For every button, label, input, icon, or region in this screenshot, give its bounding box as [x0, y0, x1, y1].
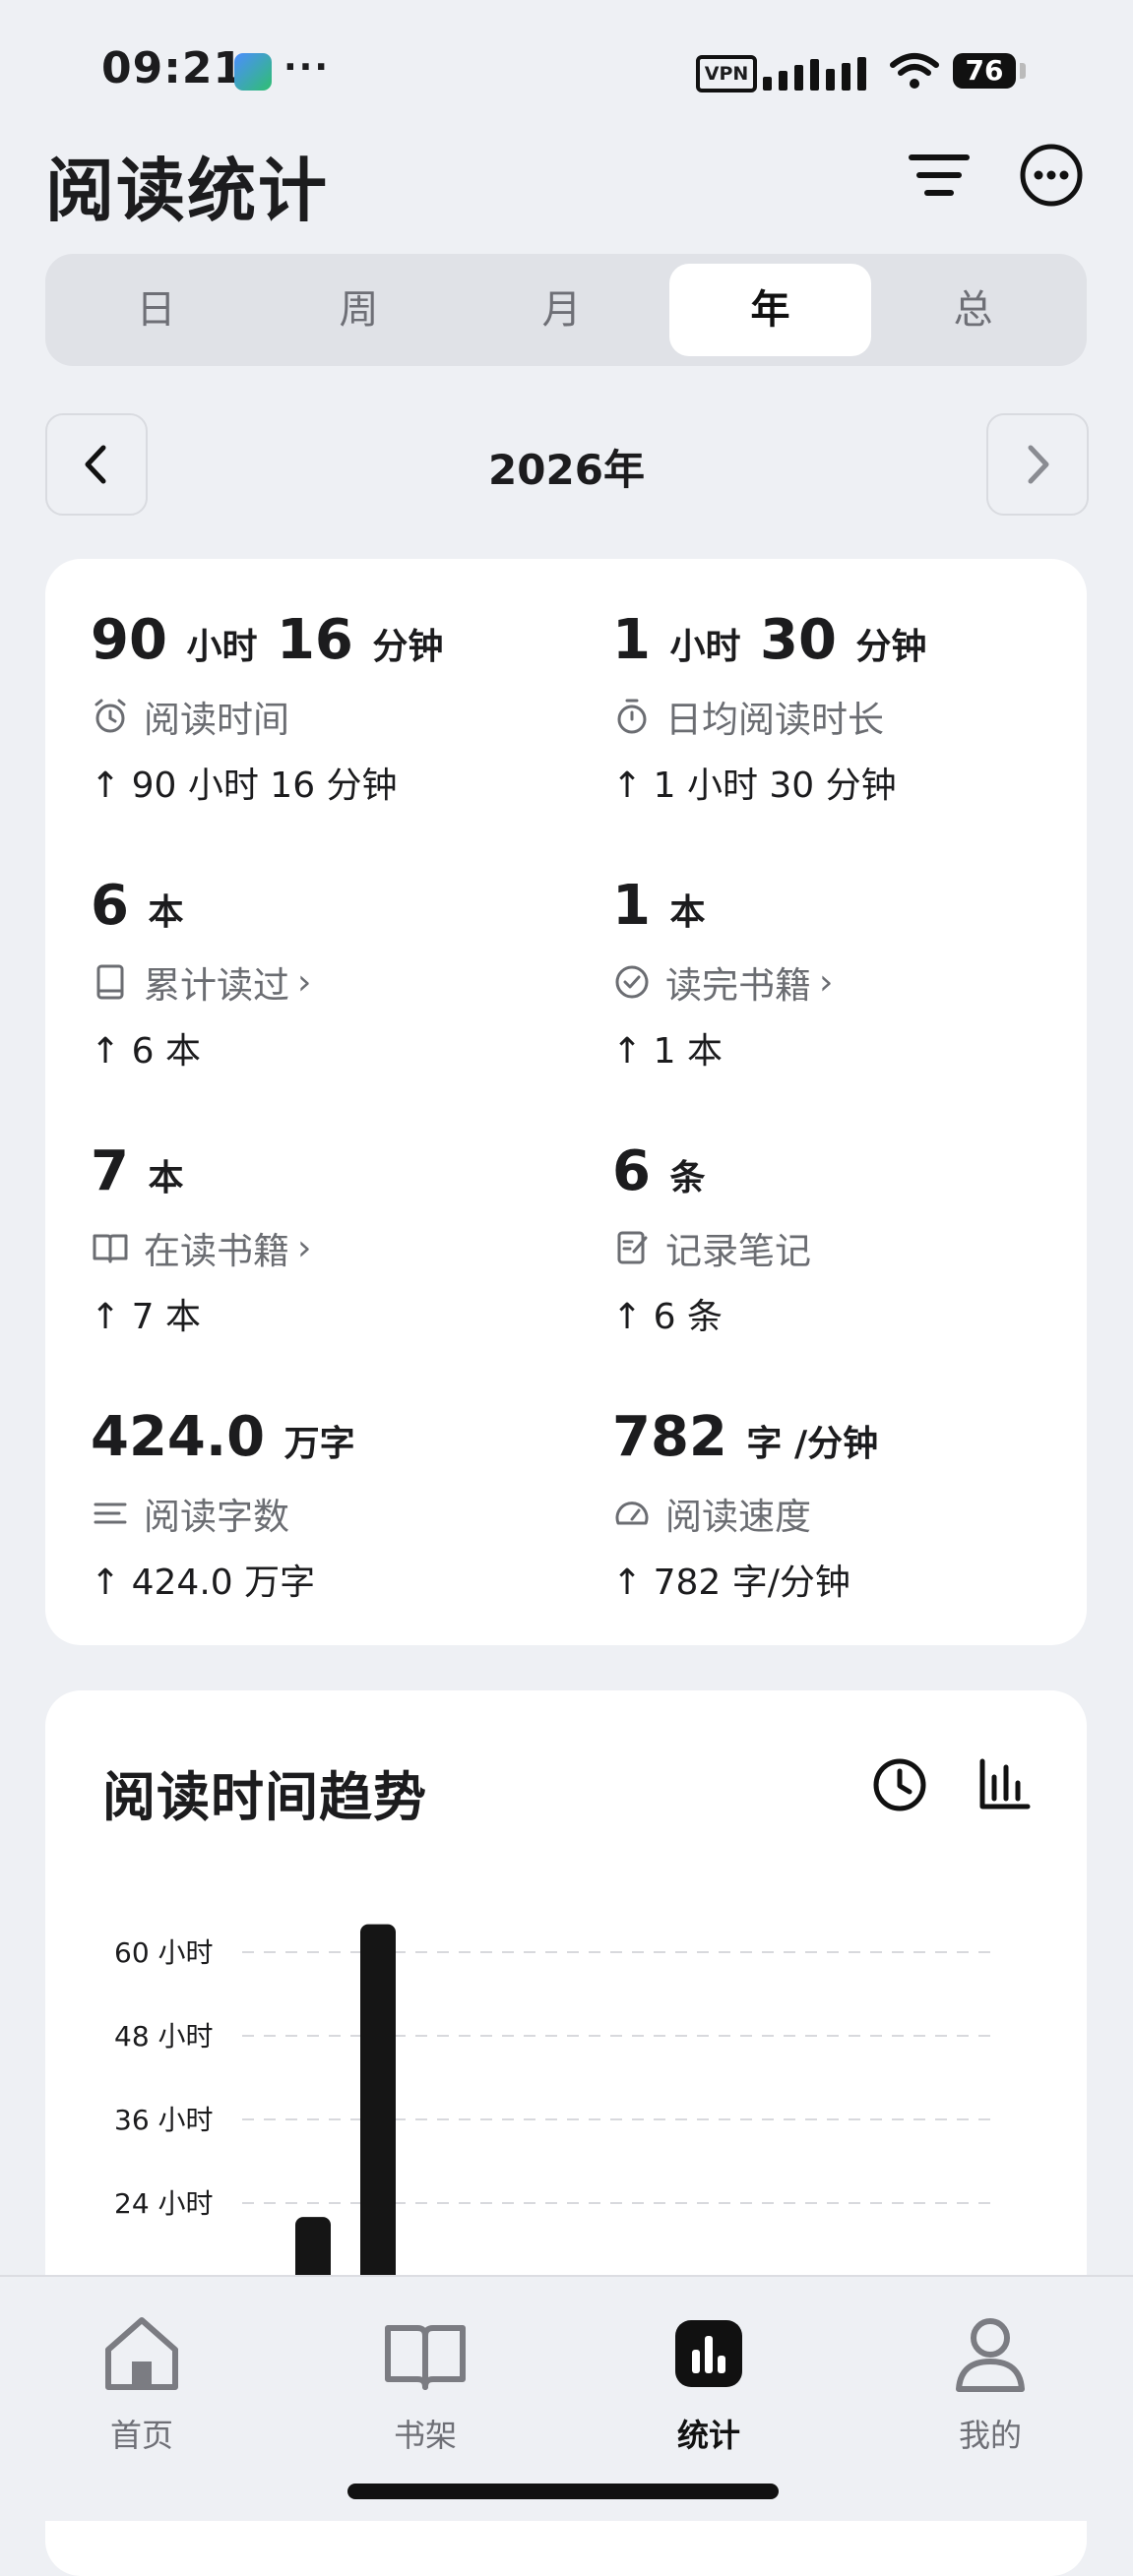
stat-label: 在读书籍 ›: [91, 1221, 543, 1274]
stat-books-reading[interactable]: 7 本 在读书籍 › ↑ 7 本: [91, 1141, 543, 1339]
stat-reading-speed: 782 字 /分钟 阅读速度 ↑ 782 字/分钟: [612, 1407, 1065, 1605]
segment-total[interactable]: 总: [872, 264, 1074, 356]
period-label: 2026年: [488, 446, 645, 494]
bar[interactable]: [360, 1924, 396, 2275]
check-circle-icon: [615, 965, 649, 999]
stat-value: 90 小时 16 分钟: [91, 608, 444, 672]
segment-year[interactable]: 年: [669, 264, 871, 356]
page-title: 阅读统计: [45, 151, 329, 231]
speedometer-icon: [615, 1502, 649, 1525]
stat-reading-time: 90 小时 16 分钟 阅读时间 ↑ 90 小时 16 分钟: [91, 610, 543, 808]
home-indicator: [347, 2484, 779, 2499]
stat-books-read[interactable]: 6 本 累计读过 › ↑ 6 本: [91, 876, 543, 1073]
chevron-right-icon: ›: [819, 961, 834, 1003]
segment-month[interactable]: 月: [461, 264, 662, 356]
bar[interactable]: [295, 2217, 331, 2275]
segment-day[interactable]: 日: [55, 264, 257, 356]
stat-label: 阅读字数: [91, 1487, 543, 1540]
y-tick-label: 24 小时: [114, 2187, 214, 2220]
stat-change: ↑ 90 小时 16 分钟: [91, 766, 398, 806]
stat-value: 7 本: [91, 1139, 184, 1203]
stat-notes: 6 条 记录笔记 ↑ 6 条: [612, 1141, 1065, 1339]
y-tick-label: 48 小时: [114, 2020, 214, 2053]
status-time: 09:21: [101, 43, 245, 93]
segment-week[interactable]: 周: [258, 264, 460, 356]
clock-icon[interactable]: [868, 1753, 931, 1816]
stat-value: 782 字 /分钟: [612, 1405, 879, 1469]
tab-home[interactable]: 首页: [43, 2306, 240, 2456]
notification-app-icon: [234, 53, 272, 91]
stat-change: ↑ 6 条: [612, 1297, 723, 1337]
text-lines-icon: [94, 1503, 127, 1524]
stat-value: 6 本: [91, 874, 184, 938]
stat-change: ↑ 1 本: [612, 1031, 723, 1072]
open-book-icon: [93, 1234, 128, 1263]
tab-stats[interactable]: 统计: [610, 2306, 807, 2456]
stat-label: 读完书籍 ›: [612, 955, 1065, 1009]
stat-change: ↑ 782 字/分钟: [612, 1563, 850, 1603]
chart-title: 阅读时间趋势: [102, 1766, 427, 1828]
more-notifications-indicator: ···: [283, 47, 331, 88]
stat-change: ↑ 424.0 万字: [91, 1563, 316, 1603]
note-edit-icon: [617, 1231, 648, 1264]
stat-value: 6 条: [612, 1139, 706, 1203]
y-tick-label: 60 小时: [114, 1936, 214, 1969]
stat-words: 424.0 万字 阅读字数 ↑ 424.0 万字: [91, 1407, 543, 1605]
tab-bookshelf[interactable]: 书架: [327, 2306, 524, 2456]
more-options-icon[interactable]: [1012, 136, 1091, 215]
stat-label: 阅读时间: [91, 690, 543, 743]
vpn-icon: VPN: [696, 55, 757, 92]
home-icon: [105, 2317, 178, 2390]
stat-value: 1 本: [612, 874, 706, 938]
stat-change: ↑ 7 本: [91, 1297, 201, 1337]
bar-chart-icon[interactable]: [973, 1753, 1036, 1816]
alarm-clock-icon: [94, 699, 126, 733]
stopwatch-icon: [617, 699, 647, 734]
book-icon: [96, 964, 124, 1000]
chevron-right-icon: ›: [297, 1227, 312, 1268]
stats-card: 90 小时 16 分钟 阅读时间 ↑ 90 小时 16 分钟 1 小时 30 分…: [45, 559, 1087, 1645]
chevron-right-icon: ›: [297, 961, 312, 1003]
book-open-icon: [385, 2325, 466, 2390]
stats-icon: [675, 2320, 742, 2387]
period-segmented-control: 日 周 月 年 总: [45, 254, 1087, 366]
stat-change: ↑ 6 本: [91, 1031, 201, 1072]
next-period-button[interactable]: [986, 413, 1089, 516]
signal-icon: [763, 51, 873, 91]
stat-daily-average: 1 小时 30 分钟 日均阅读时长 ↑ 1 小时 30 分钟: [612, 610, 1065, 808]
reading-trend-chart: 60 小时 48 小时 36 小时 24 小时: [114, 1924, 996, 2275]
battery-tip: [1020, 63, 1026, 79]
user-icon: [956, 2318, 1025, 2392]
stat-label: 日均阅读时长: [612, 690, 1065, 743]
stat-label: 累计读过 ›: [91, 955, 543, 1009]
wifi-icon: [890, 53, 939, 89]
filter-icon[interactable]: [900, 136, 978, 215]
stat-label: 记录笔记: [612, 1221, 1065, 1274]
battery-icon: 76: [953, 53, 1016, 89]
stat-books-finished[interactable]: 1 本 读完书籍 › ↑ 1 本: [612, 876, 1065, 1073]
y-tick-label: 36 小时: [114, 2104, 214, 2136]
stat-value: 1 小时 30 分钟: [612, 608, 927, 672]
chevron-right-icon: [1028, 445, 1049, 484]
tab-profile[interactable]: 我的: [892, 2306, 1089, 2456]
stat-value: 424.0 万字: [91, 1405, 355, 1469]
stat-change: ↑ 1 小时 30 分钟: [612, 766, 897, 806]
stat-label: 阅读速度: [612, 1487, 1065, 1540]
